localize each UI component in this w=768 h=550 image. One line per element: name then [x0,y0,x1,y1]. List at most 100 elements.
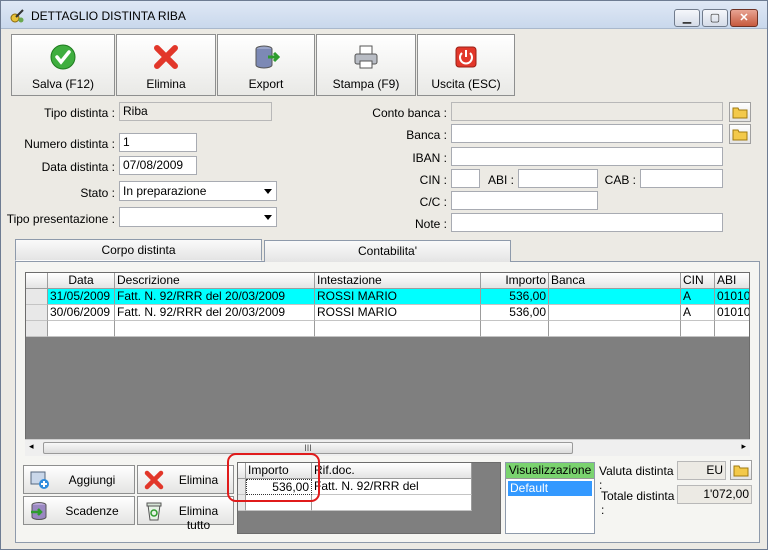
banca-browse-button[interactable] [729,124,751,144]
table-cell[interactable] [115,321,315,337]
horizontal-scrollbar[interactable]: ◂ III ▸ [25,439,750,456]
col-header-importo[interactable]: Importo [481,273,549,289]
table-cell[interactable]: Fatt. N. 92/RRR del 20/03/2009 [115,305,315,321]
col-header-data[interactable]: Data [48,273,115,289]
cin-field[interactable] [451,169,480,188]
row-header-corner [26,273,48,289]
database-arrow-icon [31,502,47,520]
col-header-banca[interactable]: Banca [549,273,681,289]
table-cell[interactable] [715,321,749,337]
delete-button[interactable]: Elimina [116,34,216,96]
chevron-down-icon [264,189,272,194]
minimize-button[interactable]: ▁ [674,9,700,27]
table-cell[interactable]: 01010 [715,305,749,321]
banca-label: Banca : [406,128,447,142]
delete-all-label: Elimina tutto [178,504,219,532]
visualizzazione-panel: Visualizzazione Default [505,462,595,534]
col-header-abi[interactable]: ABI [715,273,749,289]
stato-label: Stato : [80,186,115,200]
riba-detail-window: DETTAGLIO DISTINTA RIBA ▁ ▢ ✕ Salva (F12… [0,0,768,550]
print-button[interactable]: Stampa (F9) [316,34,416,96]
tab-corpo-distinta[interactable]: Corpo distinta [15,239,262,261]
col-header-intestazione[interactable]: Intestazione [315,273,481,289]
list-item[interactable]: Default [508,481,592,496]
cc-field[interactable] [451,191,598,210]
row-selector[interactable] [26,321,48,337]
add-button[interactable]: Aggiungi [23,465,135,494]
cab-field[interactable] [640,169,723,188]
valuta-browse-button[interactable] [730,460,752,480]
print-label: Stampa (F9) [332,77,400,91]
table-cell[interactable] [681,321,715,337]
table-cell[interactable] [549,321,681,337]
banca-field[interactable] [451,124,723,143]
delete-label: Elimina [146,77,186,91]
toolbar: Salva (F12) Elimina Export Stampa (F9) U… [11,34,516,96]
stato-select[interactable]: In preparazione [119,181,277,201]
row-selector[interactable] [26,289,48,305]
scadenze-button[interactable]: Scadenze [23,496,135,525]
tipo-distinta-label: Tipo distinta : [44,106,115,120]
valuta-field: EU [677,461,726,480]
totale-field: 1'072,00 [677,485,752,504]
note-field[interactable] [451,213,723,232]
numero-distinta-field[interactable]: 1 [119,133,197,152]
data-distinta-field[interactable]: 07/08/2009 [119,156,197,175]
exit-button[interactable]: Uscita (ESC) [417,34,515,96]
col-header-cin[interactable]: CIN [681,273,715,289]
cab-label: CAB : [604,173,636,187]
maximize-button[interactable]: ▢ [702,9,728,27]
save-button[interactable]: Salva (F12) [11,34,115,96]
table-cell[interactable]: 30/06/2009 [48,305,115,321]
tipo-presentazione-select[interactable] [119,207,277,227]
entries-grid: Data Descrizione Intestazione Importo Ba… [25,272,750,456]
iban-field[interactable] [451,147,723,166]
table-cell[interactable]: ROSSI MARIO [315,305,481,321]
delete-all-button[interactable]: Elimina tutto [137,496,234,532]
table-cell[interactable] [549,289,681,305]
check-icon [50,44,76,70]
title-bar: DETTAGLIO DISTINTA RIBA ▁ ▢ ✕ [1,1,767,29]
power-exit-icon [455,46,477,68]
delete-row-button[interactable]: Elimina [137,465,234,494]
export-database-icon [255,45,280,69]
chevron-down-icon [264,215,272,220]
table-cell[interactable]: ROSSI MARIO [315,289,481,305]
table-cell[interactable] [481,321,549,337]
visualizzazione-header: Visualizzazione [506,463,594,479]
abi-field[interactable] [518,169,598,188]
conto-banca-browse-button[interactable] [729,102,751,122]
export-button[interactable]: Export [217,34,315,96]
cin-label: CIN : [419,173,447,187]
numero-distinta-label: Numero distinta : [24,137,115,151]
totale-label: Totale distinta : [601,489,675,517]
table-cell[interactable]: 31/05/2009 [48,289,115,305]
table-cell[interactable]: 536,00 [481,305,549,321]
delete-x-icon [154,45,178,69]
cc-label: C/C : [419,195,447,209]
scroll-right-icon[interactable]: ▸ [741,441,746,452]
table-cell[interactable]: Fatt. N. 92/RRR del 20/03/2009 [115,289,315,305]
table-cell[interactable] [312,495,472,511]
table-cell[interactable]: 536,00 [481,289,549,305]
stato-value: In preparazione [123,184,207,198]
col-header-rif-doc[interactable]: Rif.doc. [312,463,472,479]
delete-row-label: Elimina [178,473,219,487]
table-cell[interactable] [549,305,681,321]
table-cell[interactable]: 01010 [715,289,749,305]
col-header-descrizione[interactable]: Descrizione [115,273,315,289]
table-cell[interactable]: A [681,305,715,321]
close-button[interactable]: ✕ [730,9,758,27]
window-title: DETTAGLIO DISTINTA RIBA [31,9,186,23]
table-cell[interactable]: Fatt. N. 92/RRR del [312,479,472,495]
tab-contabilita[interactable]: Contabilita' [264,240,511,262]
folder-icon [733,465,749,477]
folder-icon [732,107,748,119]
table-cell[interactable] [315,321,481,337]
row-selector[interactable] [26,305,48,321]
table-cell[interactable] [48,321,115,337]
table-cell[interactable]: A [681,289,715,305]
delete-x-icon [144,470,164,490]
valuta-label: Valuta distinta : [599,464,674,492]
scroll-left-icon[interactable]: ◂ [29,441,34,452]
